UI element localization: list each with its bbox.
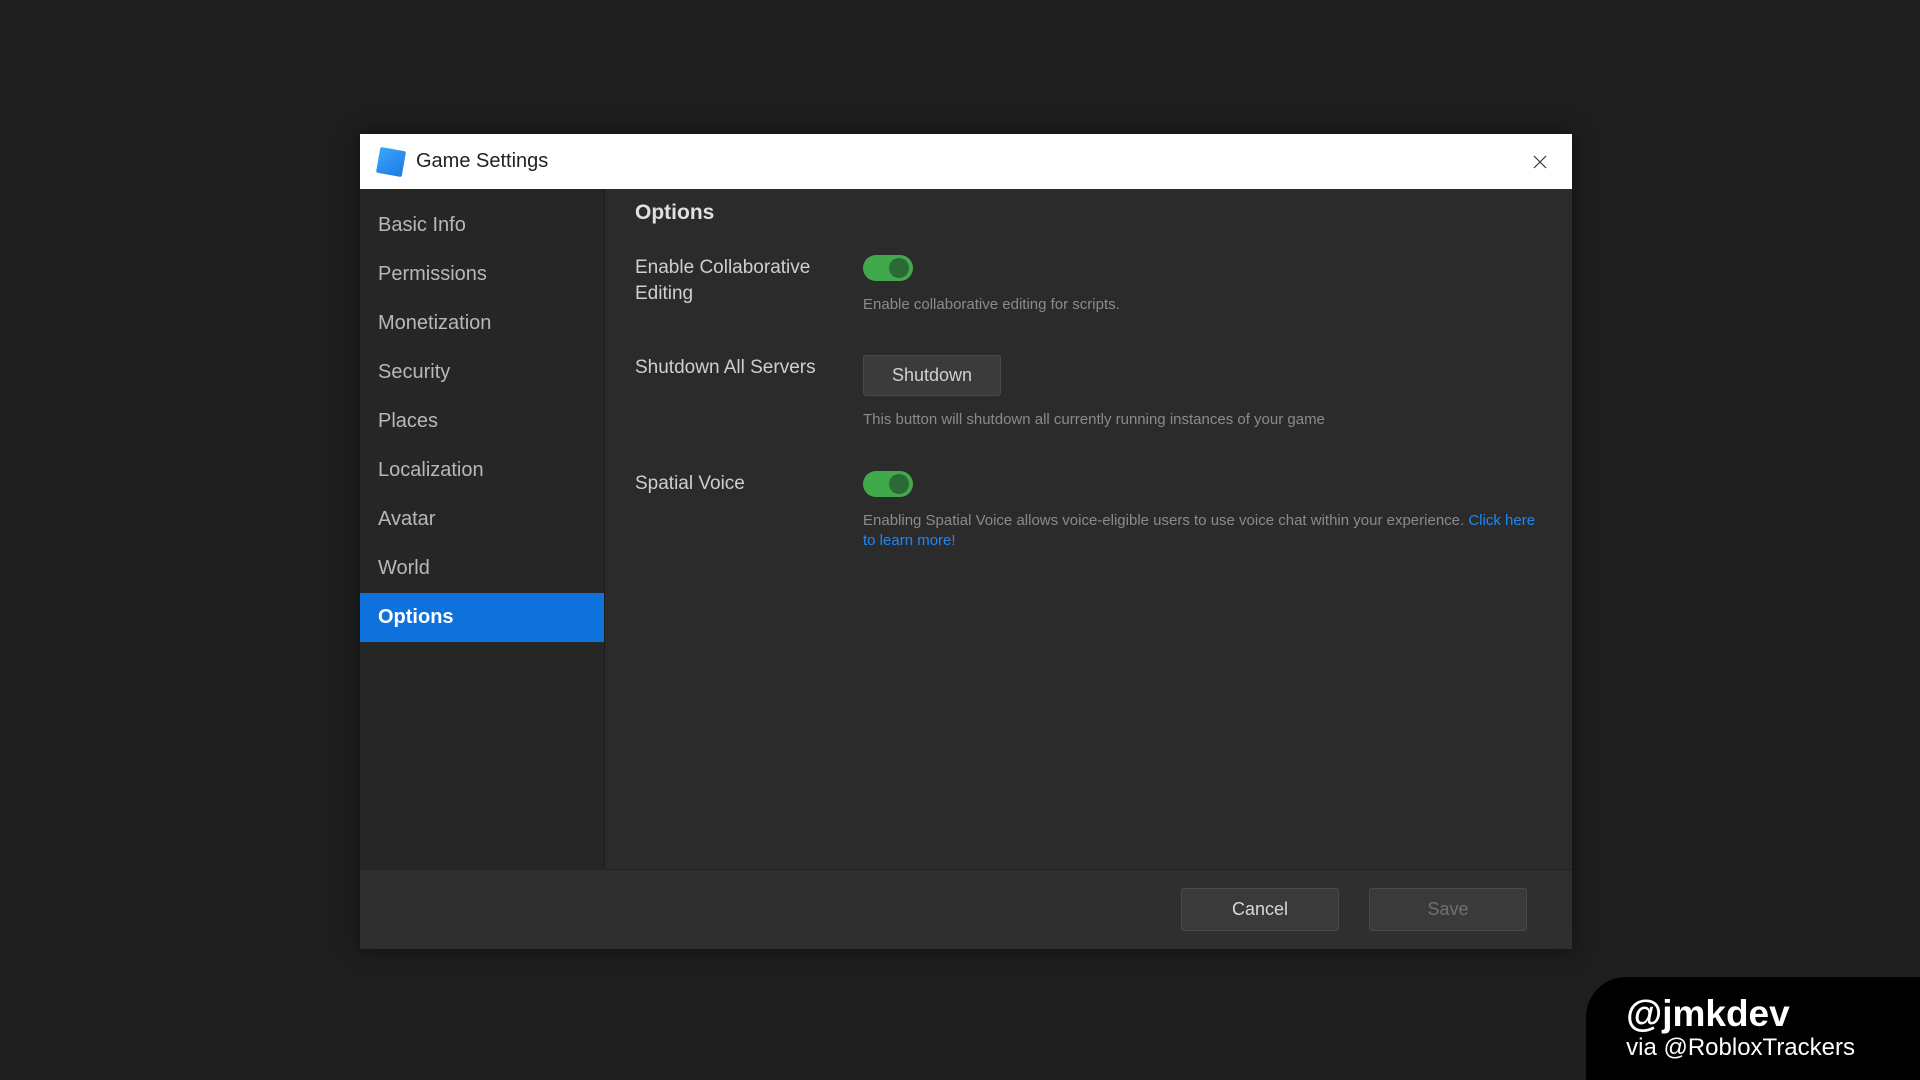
close-icon — [1531, 153, 1549, 171]
cancel-button[interactable]: Cancel — [1181, 888, 1339, 931]
sidebar-item-options[interactable]: Options — [360, 593, 604, 642]
sidebar-item-world[interactable]: World — [360, 544, 604, 593]
dialog-body: Basic Info Permissions Monetization Secu… — [360, 189, 1572, 869]
spatial-voice-desc: Enabling Spatial Voice allows voice-elig… — [863, 511, 1542, 552]
row-collaborative-editing: Enable Collaborative Editing Enable coll… — [635, 255, 1542, 315]
options-panel: Options Enable Collaborative Editing Ena… — [605, 189, 1572, 869]
game-settings-dialog: Game Settings Basic Info Permissions Mon… — [360, 134, 1572, 949]
row-shutdown-servers: Shutdown All Servers Shutdown This butto… — [635, 355, 1542, 430]
sidebar-item-security[interactable]: Security — [360, 348, 604, 397]
close-button[interactable] — [1528, 150, 1552, 174]
page-title: Options — [635, 201, 1542, 225]
collaborative-editing-toggle[interactable] — [863, 255, 913, 281]
sidebar-item-permissions[interactable]: Permissions — [360, 250, 604, 299]
sidebar-item-localization[interactable]: Localization — [360, 446, 604, 495]
dialog-title: Game Settings — [416, 150, 548, 173]
collaborative-editing-desc: Enable collaborative editing for scripts… — [863, 295, 1542, 315]
sidebar-item-avatar[interactable]: Avatar — [360, 495, 604, 544]
sidebar-item-monetization[interactable]: Monetization — [360, 299, 604, 348]
settings-sidebar: Basic Info Permissions Monetization Secu… — [360, 189, 605, 869]
roblox-studio-logo-icon — [376, 146, 406, 176]
spatial-voice-label: Spatial Voice — [635, 471, 863, 552]
toggle-knob-icon — [889, 474, 909, 494]
shutdown-desc: This button will shutdown all currently … — [863, 410, 1542, 430]
watermark-via: via @RobloxTrackers — [1626, 1034, 1855, 1062]
sidebar-item-basic-info[interactable]: Basic Info — [360, 201, 604, 250]
shutdown-button[interactable]: Shutdown — [863, 355, 1001, 396]
spatial-voice-desc-text: Enabling Spatial Voice allows voice-elig… — [863, 512, 1468, 529]
toggle-knob-icon — [889, 258, 909, 278]
spatial-voice-toggle[interactable] — [863, 471, 913, 497]
titlebar: Game Settings — [360, 134, 1572, 189]
shutdown-label: Shutdown All Servers — [635, 355, 863, 430]
save-button[interactable]: Save — [1369, 888, 1527, 931]
row-spatial-voice: Spatial Voice Enabling Spatial Voice all… — [635, 471, 1542, 552]
sidebar-item-places[interactable]: Places — [360, 397, 604, 446]
attribution-watermark: @jmkdev via @RobloxTrackers — [1586, 977, 1920, 1080]
dialog-footer: Cancel Save — [360, 869, 1572, 949]
collaborative-editing-label: Enable Collaborative Editing — [635, 255, 863, 315]
watermark-handle: @jmkdev — [1626, 995, 1855, 1032]
